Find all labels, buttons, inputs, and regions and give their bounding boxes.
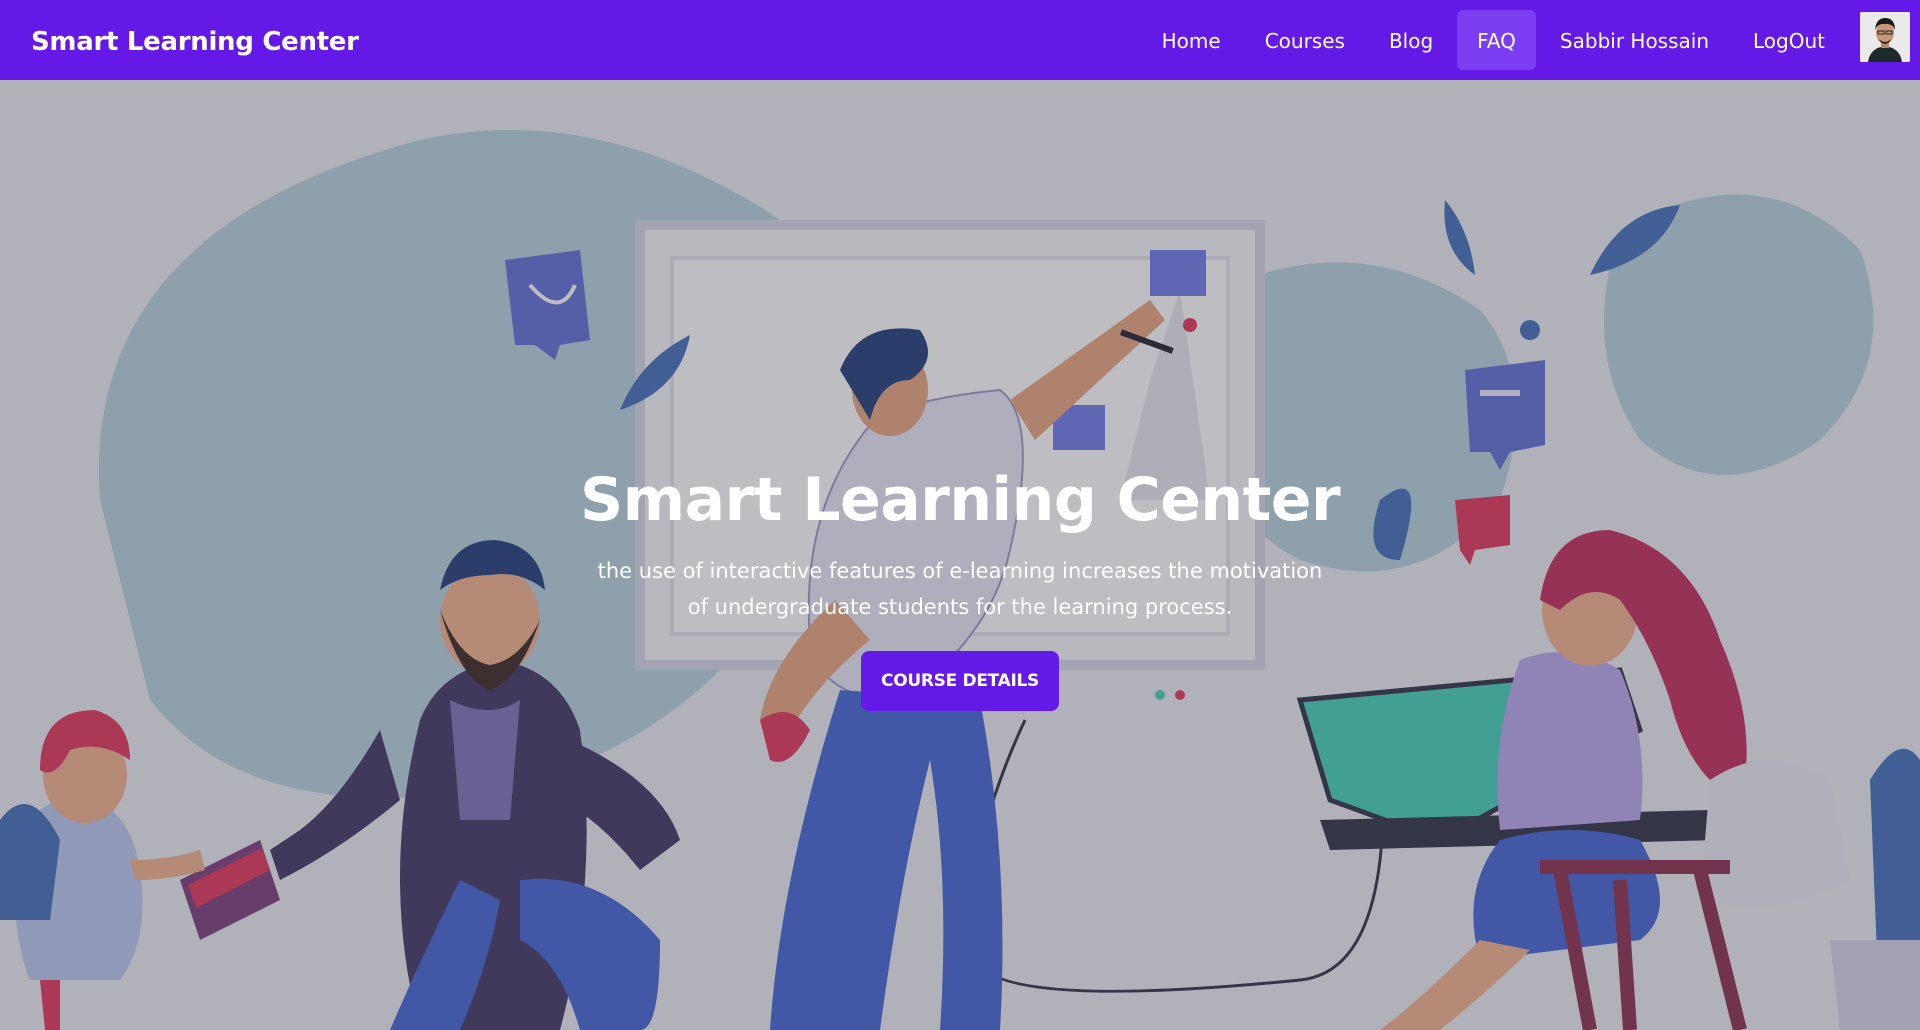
hero-section: Smart Learning Center the use of interac… (0, 80, 1920, 1030)
brand-logo[interactable]: Smart Learning Center (31, 0, 359, 80)
nav-faq[interactable]: FAQ (1457, 10, 1536, 70)
avatar-icon (1860, 12, 1910, 62)
hero-content: Smart Learning Center the use of interac… (560, 465, 1360, 711)
navbar: Smart Learning Center Home Courses Blog … (0, 0, 1920, 80)
hero-description: the use of interactive features of e-lea… (597, 559, 1323, 619)
nav-user-name[interactable]: Sabbir Hossain (1540, 10, 1729, 70)
hero-title: Smart Learning Center (579, 465, 1341, 535)
nav-blog[interactable]: Blog (1369, 10, 1453, 70)
nav-logout[interactable]: LogOut (1733, 10, 1845, 70)
nav-home[interactable]: Home (1142, 10, 1241, 70)
course-details-button[interactable]: COURSE DETAILS (861, 651, 1059, 711)
nav-courses[interactable]: Courses (1245, 10, 1365, 70)
nav-menu: Home Courses Blog FAQ Sabbir Hossain Log… (1142, 10, 1845, 70)
user-avatar[interactable] (1860, 12, 1910, 62)
